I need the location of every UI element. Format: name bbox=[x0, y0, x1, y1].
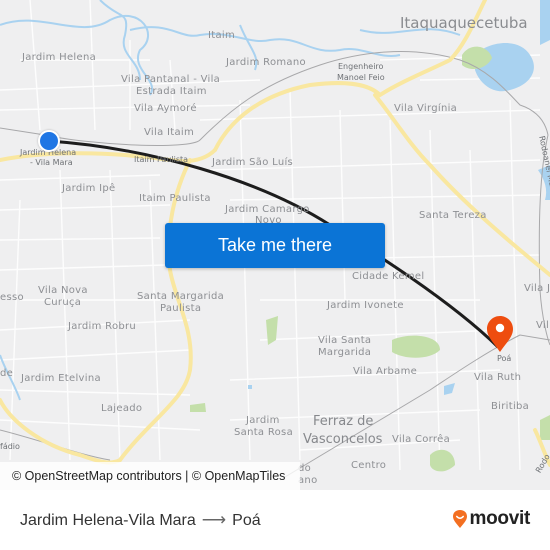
map-label: esso bbox=[0, 292, 24, 303]
station-label: Itaim Paulista bbox=[134, 155, 189, 164]
map-label: Engenheiro bbox=[338, 62, 384, 71]
map-label: ano bbox=[298, 475, 318, 486]
station-label-destination: Poá bbox=[497, 354, 512, 363]
moovit-pin-icon bbox=[452, 510, 467, 528]
map-label: Centro bbox=[351, 460, 387, 471]
moovit-logo[interactable]: moovit bbox=[452, 507, 530, 531]
map-label: Jardim Etelvina bbox=[21, 373, 101, 384]
map-label: Vila Santa bbox=[318, 335, 372, 346]
water-edge bbox=[540, 0, 550, 45]
map-canvas[interactable]: Jardim Helena Itaim Itaquaquecetuba Vila… bbox=[0, 0, 550, 490]
map-label: Jardim Ipê bbox=[62, 183, 116, 194]
map-label: Margarida bbox=[318, 347, 372, 358]
stop-label-origin: - Vila Mara bbox=[30, 158, 73, 167]
map-attribution[interactable]: © OpenStreetMap contributors | © OpenMap… bbox=[0, 462, 300, 490]
map-label: Santa Tereza bbox=[419, 210, 487, 221]
map-label: Vila Itaim bbox=[144, 127, 195, 138]
map-label: de bbox=[0, 368, 14, 379]
route-origin: Jardim Helena-Vila Mara bbox=[20, 512, 196, 529]
map-label: Curuça bbox=[44, 297, 82, 308]
map-label: Jardim Robru bbox=[68, 321, 137, 332]
map-label: Biritiba bbox=[491, 401, 530, 412]
map-label: Vila Aymoré bbox=[134, 103, 197, 114]
map-label: Jardim Romano bbox=[226, 57, 306, 68]
map-label: Itaim bbox=[208, 30, 236, 41]
map-label: Vila Pantanal - Vila bbox=[121, 74, 221, 85]
map-label: Vila Arbame bbox=[353, 366, 418, 377]
map-label: Vila Ruth bbox=[474, 372, 522, 383]
map-label: Jardim bbox=[246, 415, 280, 426]
map-label: Jardim Ivonete bbox=[327, 300, 404, 311]
map-label: Vila J bbox=[524, 283, 550, 294]
map-label: Cidade Kemel bbox=[352, 271, 425, 282]
map-label: Jardim São Luís bbox=[212, 157, 294, 168]
map-label: Jardim Helena bbox=[22, 52, 97, 63]
arrow-right-icon: ⟶ bbox=[201, 510, 227, 529]
map-label: fádio bbox=[0, 442, 20, 451]
map-label: Vil bbox=[536, 320, 550, 331]
take-me-there-button[interactable]: Take me there bbox=[165, 223, 385, 268]
map-label: Itaim Paulista bbox=[139, 193, 211, 204]
route-title: Jardim Helena-Vila Mara ⟶ Poá bbox=[20, 509, 261, 532]
destination-pin-icon[interactable] bbox=[485, 315, 515, 353]
map-label: Manoel Feio bbox=[337, 73, 385, 82]
map-label: Vila Corrêa bbox=[392, 434, 450, 445]
brand-wordmark: moovit bbox=[469, 508, 531, 529]
map-label: Estrada Itaim bbox=[136, 86, 207, 97]
map-label: Lajeado bbox=[101, 403, 143, 414]
map-label-city: Itaquaquecetuba bbox=[400, 14, 528, 32]
map-label: Paulista bbox=[160, 303, 202, 314]
map-label: Santa Rosa bbox=[234, 427, 293, 438]
map-label: Vila Nova bbox=[38, 285, 88, 296]
map-label-city: Ferraz de bbox=[313, 414, 374, 429]
map-label-city: Vasconcelos bbox=[303, 432, 383, 447]
map-label: Vila Virgínia bbox=[394, 103, 458, 114]
origin-marker[interactable] bbox=[38, 130, 60, 152]
map-label: Santa Margarida bbox=[137, 291, 225, 302]
route-destination: Poá bbox=[232, 512, 261, 529]
footer-bar: Jardim Helena-Vila Mara ⟶ Poá moovit bbox=[0, 490, 550, 550]
